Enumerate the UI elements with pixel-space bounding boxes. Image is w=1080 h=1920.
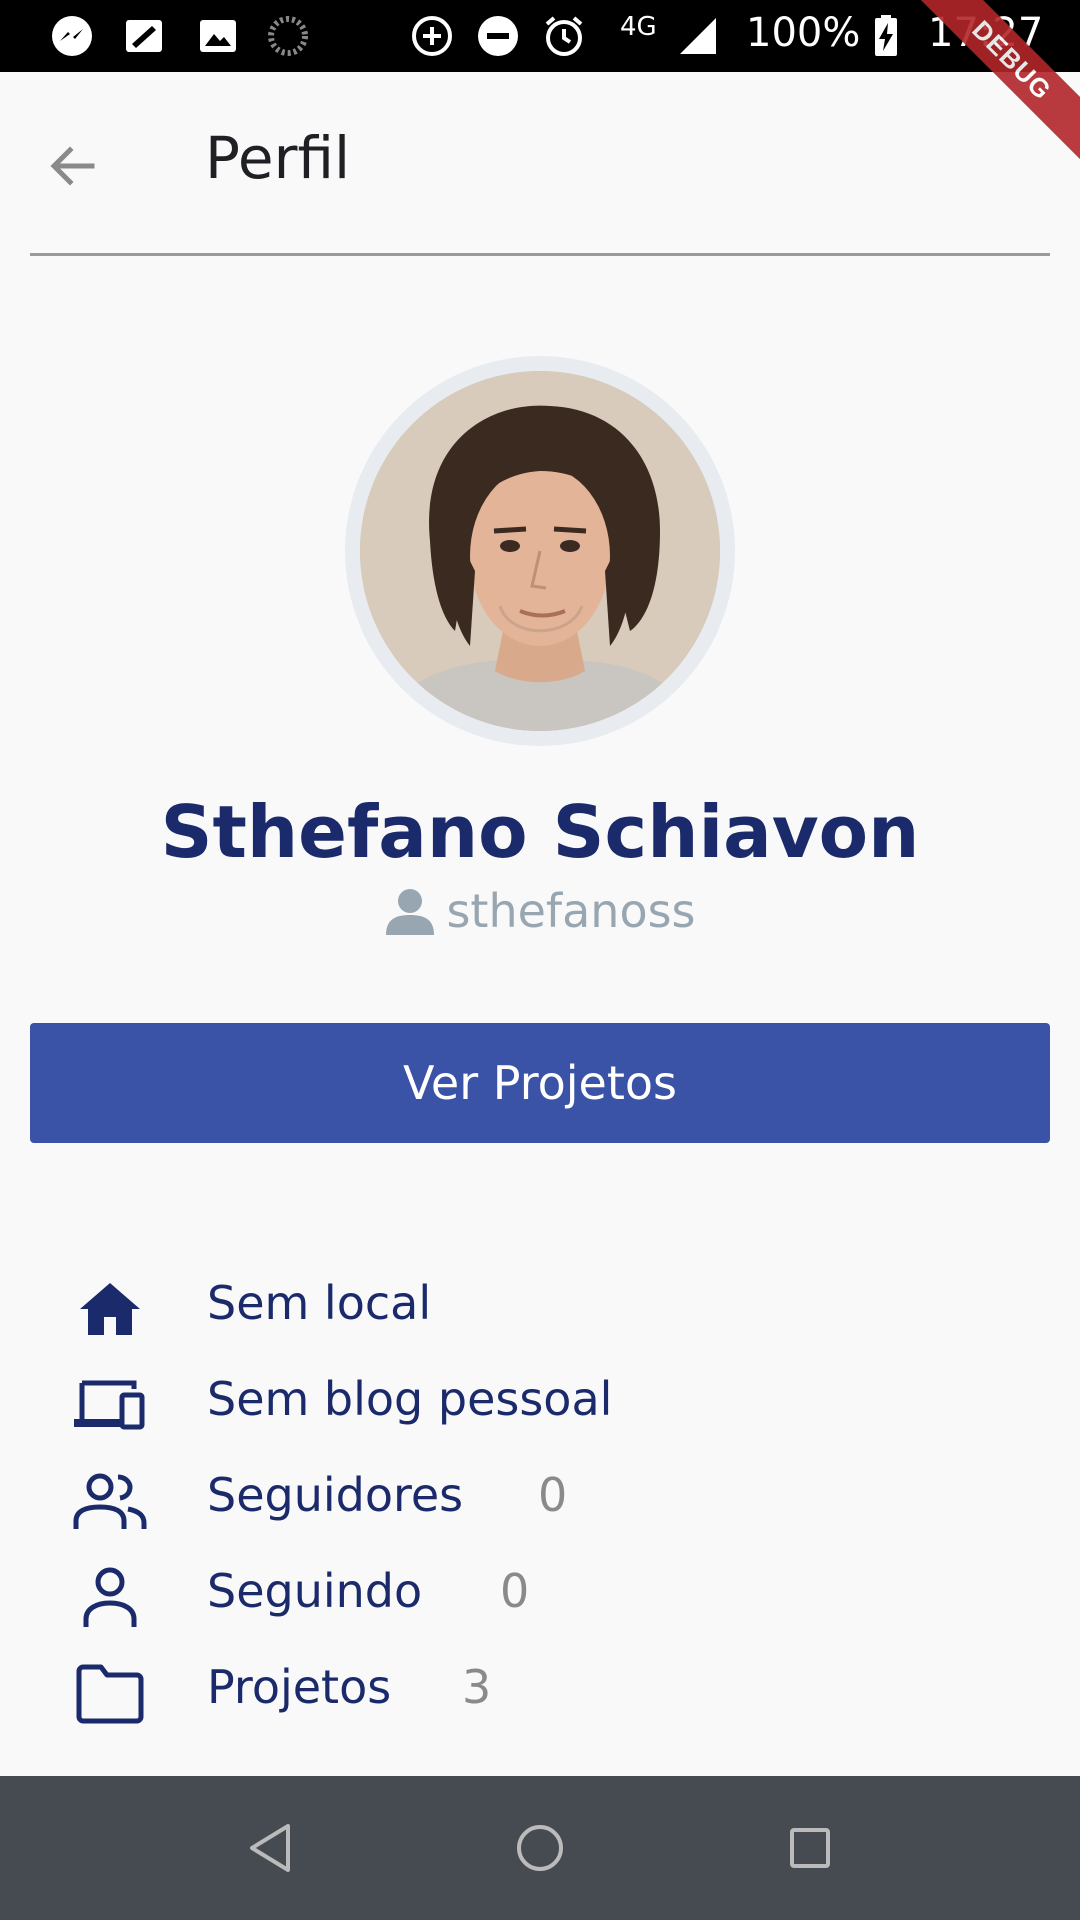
people-icon <box>72 1466 148 1536</box>
page-title: Perfil <box>205 124 351 192</box>
info-label: Seguindo <box>207 1564 423 1618</box>
triangle-back-icon <box>250 1824 290 1872</box>
avatar-photo <box>360 371 720 731</box>
signal-icon <box>680 18 716 54</box>
square-recents-icon <box>790 1828 830 1868</box>
projects-count: 3 <box>462 1660 492 1714</box>
network-type: 4G <box>620 12 657 42</box>
avatar-ring <box>345 356 735 746</box>
following-count: 0 <box>500 1564 530 1618</box>
info-item-projects[interactable]: Projetos 3 <box>0 1646 1080 1736</box>
view-projects-button[interactable]: Ver Projetos <box>30 1023 1050 1143</box>
app-bar-divider <box>30 253 1050 256</box>
avatar <box>360 371 720 731</box>
battery-charging-icon <box>875 15 897 56</box>
sync-icon <box>268 16 308 56</box>
home-icon <box>72 1274 148 1344</box>
circle-home-icon <box>517 1825 563 1871</box>
followers-count: 0 <box>538 1468 568 1522</box>
navigation-bar <box>0 1776 1080 1920</box>
info-label: Seguidores <box>207 1468 464 1522</box>
info-label: Sem blog pessoal <box>207 1372 613 1426</box>
back-button[interactable] <box>30 124 114 208</box>
username-row: sthefanoss <box>0 884 1080 938</box>
person-outline-icon <box>72 1562 148 1632</box>
info-item-followers[interactable]: Seguidores 0 <box>0 1454 1080 1544</box>
nav-recents-button[interactable] <box>774 1812 846 1884</box>
folder-icon <box>72 1658 148 1728</box>
info-item-following[interactable]: Seguindo 0 <box>0 1550 1080 1640</box>
nav-home-button[interactable] <box>504 1812 576 1884</box>
notes-icon <box>126 20 162 52</box>
profile-name: Sthefano Schiavon <box>160 790 920 874</box>
alarm-icon <box>545 16 583 56</box>
person-icon <box>386 889 435 935</box>
devices-icon <box>72 1370 148 1440</box>
arrow-back-icon <box>50 146 95 186</box>
info-label: Sem local <box>207 1276 432 1330</box>
info-item-blog[interactable]: Sem blog pessoal <box>0 1358 1080 1448</box>
status-bar: 4G 100% 17:27 <box>0 0 1080 72</box>
nav-back-button[interactable] <box>234 1812 306 1884</box>
info-item-location: Sem local <box>0 1262 1080 1352</box>
image-icon <box>200 20 236 52</box>
battery-percent: 100% <box>746 10 861 56</box>
username: sthefanoss <box>446 884 696 938</box>
data-saver-icon <box>412 16 452 56</box>
app-bar: Perfil <box>0 72 1080 257</box>
messenger-icon <box>52 16 92 56</box>
info-label: Projetos <box>207 1660 392 1714</box>
do-not-disturb-icon <box>478 16 518 56</box>
